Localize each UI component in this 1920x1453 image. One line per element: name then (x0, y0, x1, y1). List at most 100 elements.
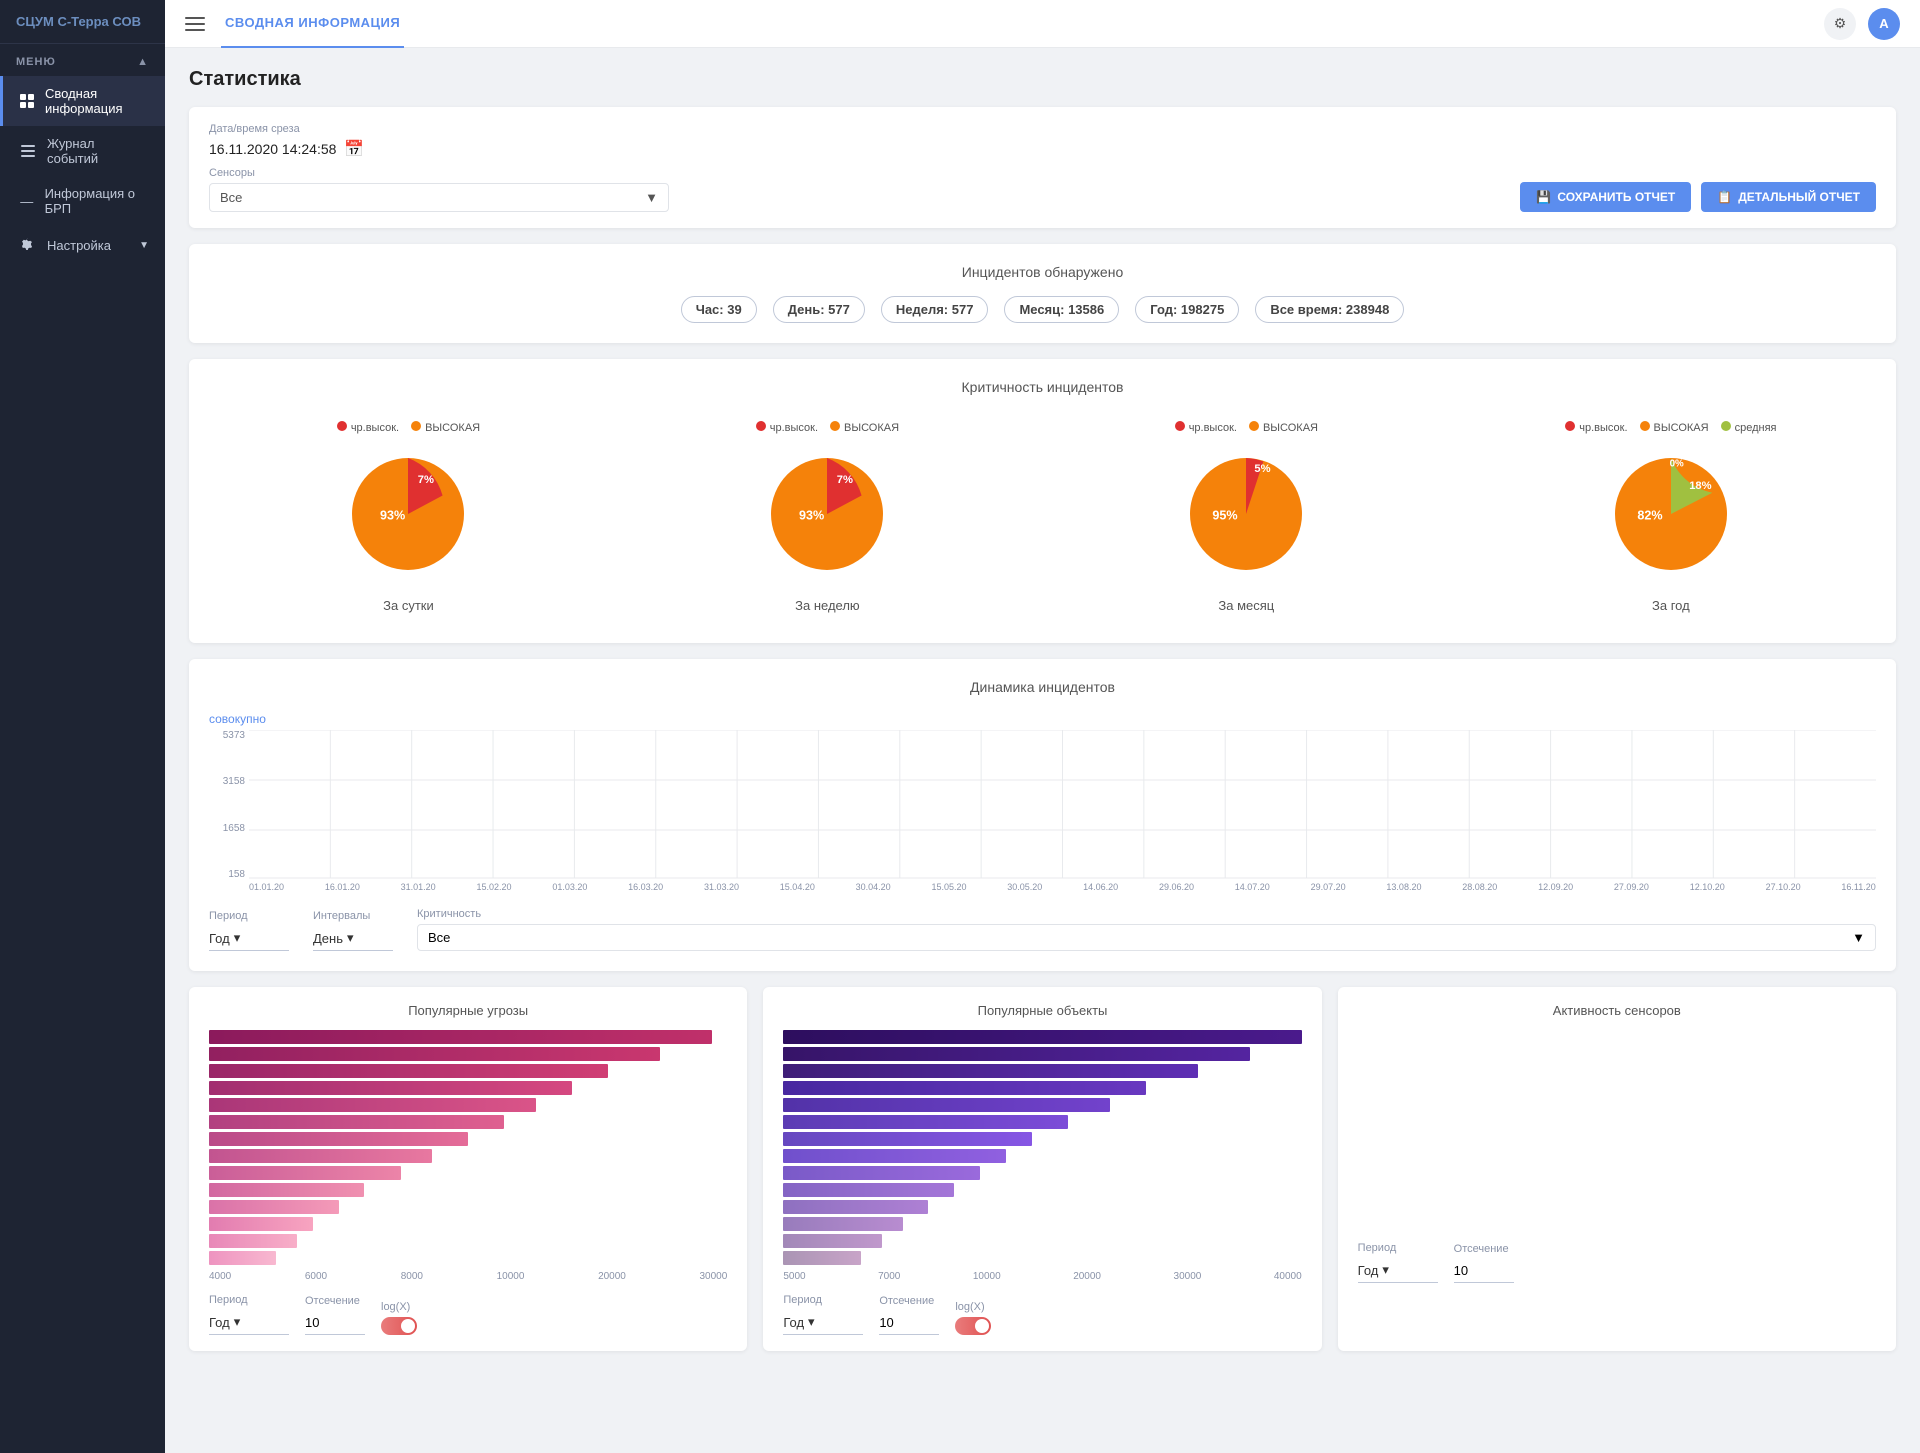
bar-row (209, 1234, 727, 1248)
dropdown-arrow: ▼ (645, 190, 658, 205)
badge-hour: Час: 39 (681, 296, 757, 323)
threats-title: Популярные угрозы (209, 1003, 727, 1018)
log-toggle[interactable] (955, 1317, 991, 1335)
bar-row (209, 1217, 727, 1231)
detail-btn-label: ДЕТАЛЬНЫЙ ОТЧЕТ (1738, 190, 1860, 204)
cutoff-label: Отсечение (1454, 1243, 1514, 1255)
sidebar-item-summary[interactable]: Сводная информация (0, 76, 165, 126)
log-label: log(X) (381, 1301, 417, 1313)
badge-value: 238948 (1346, 302, 1389, 317)
interval-control: Интервалы День ▾ (313, 910, 393, 951)
period-select[interactable]: Год ▾ (1358, 1258, 1438, 1283)
sidebar-item-brp[interactable]: — Информация о БРП (0, 176, 165, 226)
period-control: Период Год ▾ (209, 1294, 289, 1335)
x-label: 8000 (401, 1271, 423, 1282)
detail-report-button[interactable]: 📋 ДЕТАЛЬНЫЙ ОТЧЕТ (1701, 182, 1876, 212)
x-label: 13.08.20 (1386, 882, 1421, 892)
hamburger-menu[interactable] (185, 17, 205, 31)
topbar-tab: СВОДНАЯ ИНФОРМАЦИЯ (221, 0, 404, 48)
x-label: 6000 (305, 1271, 327, 1282)
cutoff-control: Отсечение (305, 1295, 365, 1335)
sidebar: СЦУМ С-Терра СОВ МЕНЮ ▲ Сводная информац… (0, 0, 165, 1453)
bar-row (783, 1064, 1301, 1078)
chart-controls: Период Год ▾ Интервалы День ▾ Критичност… (209, 908, 1876, 951)
pie-chart-monthly: 95% 5% (1176, 444, 1316, 584)
badge-label: Месяц: (1019, 302, 1068, 317)
pie-daily-legend: чр.высок. ВЫСОКАЯ (337, 421, 480, 434)
bar-row (209, 1251, 727, 1265)
criticality-title: Критичность инцидентов (209, 379, 1876, 395)
log-control: log(X) (955, 1301, 991, 1335)
bar-row (209, 1064, 727, 1078)
bar-row (209, 1200, 727, 1214)
bar-row (783, 1047, 1301, 1061)
legend-item: ВЫСОКАЯ (1249, 421, 1318, 434)
threats-bar-chart (209, 1030, 727, 1265)
x-label: 7000 (878, 1271, 900, 1282)
x-label: 30000 (1174, 1271, 1202, 1282)
sensor-controls: Период Год ▾ Отсечение (1358, 1242, 1876, 1283)
period-select[interactable]: Год ▾ (209, 926, 289, 951)
user-avatar[interactable]: А (1868, 8, 1900, 40)
sidebar-menu-header: МЕНЮ ▲ (0, 44, 165, 76)
list-icon (19, 142, 37, 160)
cutoff-input[interactable] (1454, 1259, 1514, 1283)
period-select[interactable]: Год ▾ (209, 1310, 289, 1335)
pie-weekly: чр.высок. ВЫСОКАЯ 93% 7% За неделю (727, 421, 927, 613)
x-label: 12.09.20 (1538, 882, 1573, 892)
settings-icon-button[interactable]: ⚙ (1824, 8, 1856, 40)
sidebar-item-settings[interactable]: Настройка ▼ (0, 226, 165, 264)
chevron-up-icon[interactable]: ▲ (137, 56, 149, 68)
badge-year: Год: 198275 (1135, 296, 1239, 323)
log-toggle[interactable] (381, 1317, 417, 1335)
criticality-value: Все (428, 930, 450, 945)
calendar-icon[interactable]: 📅 (344, 139, 364, 159)
period-label: Период (209, 1294, 289, 1306)
dynamics-card: Динамика инцидентов совокупно 5373 3158 … (189, 659, 1896, 971)
svg-text:0%: 0% (1669, 458, 1683, 469)
dynamics-svg (249, 730, 1876, 880)
badge-label: Час: (696, 302, 728, 317)
x-label: 01.01.20 (249, 882, 284, 892)
x-label: 12.10.20 (1690, 882, 1725, 892)
objects-x-axis: 5000 7000 10000 20000 30000 40000 (783, 1271, 1301, 1282)
pie-yearly-legend: чр.высок. ВЫСОКАЯ средняя (1565, 421, 1776, 434)
incident-badges: Час: 39 День: 577 Неделя: 577 Месяц: 135… (209, 296, 1876, 323)
log-label: log(X) (955, 1301, 991, 1313)
x-label: 28.08.20 (1462, 882, 1497, 892)
bottom-row: Популярные угрозы (189, 987, 1896, 1351)
save-report-button[interactable]: 💾 СОХРАНИТЬ ОТЧЕТ (1520, 182, 1691, 212)
bar-row (783, 1251, 1301, 1265)
cutoff-input[interactable] (879, 1311, 939, 1335)
x-label: 29.07.20 (1311, 882, 1346, 892)
pie-monthly-label: За месяц (1218, 598, 1274, 613)
sensor-select[interactable]: Все ▼ (209, 183, 669, 212)
bar-row (783, 1200, 1301, 1214)
date-value: 16.11.2020 14:24:58 (209, 141, 336, 157)
bar-row (783, 1030, 1301, 1044)
sidebar-item-label: Журнал событий (47, 136, 149, 166)
period-value: Год (209, 931, 230, 946)
sovokupno-link[interactable]: совокупно (209, 712, 266, 726)
x-label: 30000 (700, 1271, 728, 1282)
x-label: 29.06.20 (1159, 882, 1194, 892)
period-label: Период (1358, 1242, 1438, 1254)
cutoff-input[interactable] (305, 1311, 365, 1335)
sidebar-item-events[interactable]: Журнал событий (0, 126, 165, 176)
x-label: 4000 (209, 1271, 231, 1282)
menu-label: МЕНЮ (16, 56, 56, 68)
criticality-select[interactable]: Все ▼ (417, 924, 1876, 951)
interval-select[interactable]: День ▾ (313, 926, 393, 951)
legend-item: ВЫСОКАЯ (411, 421, 480, 434)
bar-row (783, 1166, 1301, 1180)
grid-icon (19, 92, 35, 110)
pie-monthly: чр.высок. ВЫСОКАЯ 95% 5% За месяц (1146, 421, 1346, 613)
pie-yearly: чр.высок. ВЫСОКАЯ средняя 82% 18% 0% (1565, 421, 1776, 613)
bar-row (209, 1149, 727, 1163)
period-select[interactable]: Год ▾ (783, 1310, 863, 1335)
legend-item: чр.высок. (1565, 421, 1627, 434)
x-label: 31.03.20 (704, 882, 739, 892)
pie-chart-daily: 93% 7% (338, 444, 478, 584)
content-area: Статистика Дата/время среза 16.11.2020 1… (165, 48, 1920, 1371)
x-label: 15.04.20 (780, 882, 815, 892)
